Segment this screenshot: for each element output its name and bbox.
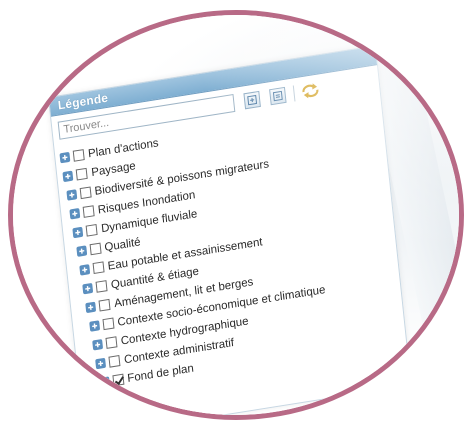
layer-checkbox[interactable] <box>79 186 92 200</box>
screenshot-stage: Légende Trouver... Plan d'actions Paysag… <box>0 0 476 428</box>
layer-checkbox[interactable] <box>82 205 95 218</box>
legend-layer-list: Plan d'actions Paysage Biodiversité & pois… <box>54 92 406 396</box>
layer-checkbox[interactable] <box>92 261 105 275</box>
layer-checkbox[interactable] <box>95 280 108 293</box>
refresh-icon <box>302 83 319 99</box>
expand-icon[interactable] <box>98 376 110 389</box>
collapse-all-button[interactable] <box>269 86 287 106</box>
legend-panel: Légende Trouver... Plan d'actions Paysag… <box>48 45 412 415</box>
layer-checkbox[interactable] <box>89 242 102 256</box>
expand-icon[interactable] <box>95 357 107 370</box>
layer-checkbox[interactable] <box>102 317 115 331</box>
circular-frame: Légende Trouver... Plan d'actions Paysag… <box>8 10 464 420</box>
expand-all-button[interactable] <box>243 90 261 110</box>
refresh-button[interactable] <box>300 80 322 101</box>
layer-checkbox[interactable] <box>111 373 125 387</box>
expand-icon[interactable] <box>69 207 81 220</box>
layer-checkbox[interactable] <box>72 149 85 162</box>
expand-icon[interactable] <box>75 245 87 258</box>
expand-icon[interactable] <box>88 320 100 333</box>
expand-icon[interactable] <box>62 170 74 183</box>
layer-checkbox[interactable] <box>98 298 111 312</box>
expand-icon[interactable] <box>85 301 97 314</box>
collapse-icon <box>272 90 283 102</box>
layer-checkbox[interactable] <box>105 336 118 349</box>
toolbar-separator <box>292 85 296 102</box>
legend-item-label: Qualité <box>103 235 142 254</box>
expand-icon <box>247 94 258 106</box>
layer-checkbox[interactable] <box>85 223 98 237</box>
layer-checkbox[interactable] <box>108 354 121 368</box>
expand-icon[interactable] <box>59 151 71 164</box>
expand-icon[interactable] <box>72 226 84 239</box>
expand-icon[interactable] <box>65 189 77 202</box>
layer-checkbox[interactable] <box>76 167 89 181</box>
expand-icon[interactable] <box>79 264 91 277</box>
expand-icon[interactable] <box>92 338 104 351</box>
expand-icon[interactable] <box>82 282 94 295</box>
